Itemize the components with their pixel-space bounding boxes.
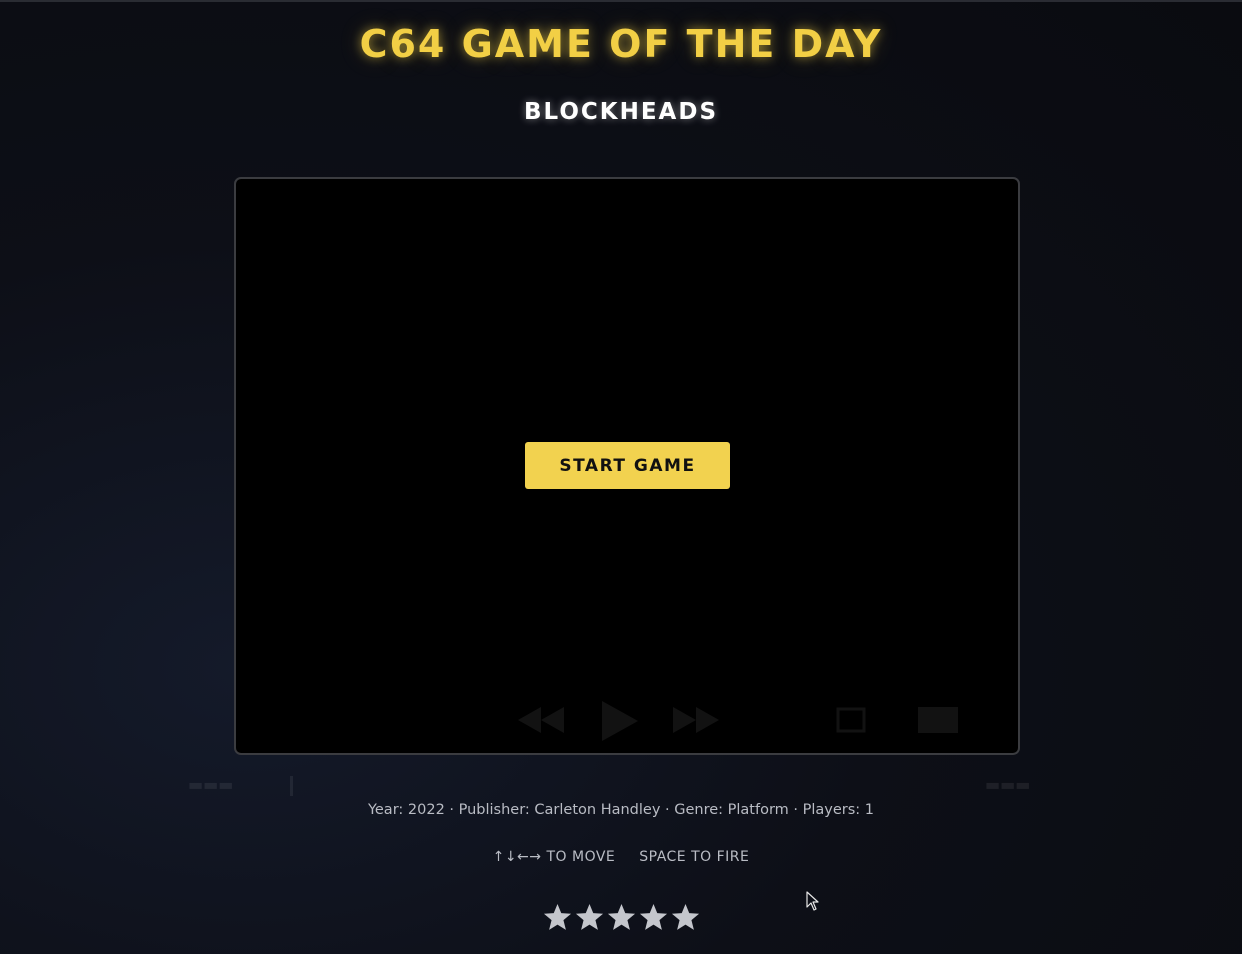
top-edge-divider — [0, 0, 1242, 2]
faded-time-right: ▬▬▬ — [985, 775, 1031, 794]
fire-hint: SPACE TO FIRE — [639, 849, 750, 865]
move-hint: ↑↓←→ TO MOVE — [492, 849, 616, 865]
star-icon[interactable] — [670, 902, 701, 933]
star-icon[interactable] — [574, 902, 605, 933]
star-icon[interactable] — [606, 902, 637, 933]
star-icon[interactable] — [638, 902, 669, 933]
game-player-frame[interactable]: START GAME — [234, 177, 1020, 755]
rewind-icon — [518, 707, 564, 733]
site-title: C64 GAME OF THE DAY — [359, 22, 883, 66]
volume-icon — [836, 707, 866, 733]
faded-progress-marker — [290, 776, 293, 796]
star-icon[interactable] — [542, 902, 573, 933]
star-rating[interactable] — [0, 902, 1242, 933]
faded-scrub-bar: ▬▬▬ ▬▬▬ — [0, 772, 1242, 800]
play-icon — [602, 701, 638, 741]
game-metadata: Year: 2022 · Publisher: Carleton Handley… — [367, 802, 875, 818]
game-title: BLOCKHEADS — [523, 99, 719, 125]
fast-forward-icon — [673, 707, 719, 733]
faded-media-controls — [516, 699, 976, 741]
fullscreen-icon — [918, 707, 958, 733]
mouse-cursor-icon — [806, 891, 819, 911]
start-game-button[interactable]: START GAME — [525, 442, 730, 489]
faded-time-left: ▬▬▬ — [188, 775, 234, 794]
controls-hint: ↑↓←→ TO MOVE SPACE TO FIRE — [0, 849, 1242, 865]
